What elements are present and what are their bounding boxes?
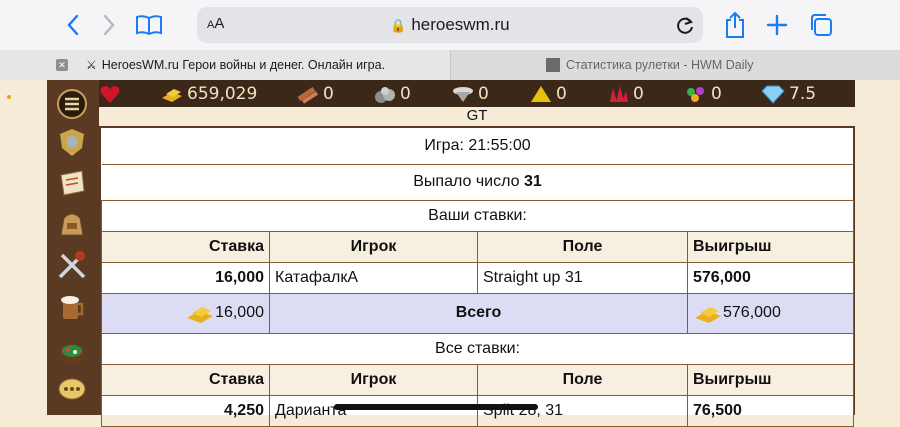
col-field: Поле [477,230,688,263]
your-bets-header: Ставка Игрок Поле Выигрыш [101,230,854,263]
hwm-daily-favicon-icon [546,58,560,72]
lock-icon: 🔒 [390,18,407,33]
close-tab-icon[interactable]: ✕ [56,59,68,71]
tabs-overview-icon[interactable] [806,10,836,40]
tab-bar: ✕ ⚔ HeroesWM.ru Герои войны и денег. Онл… [0,50,900,80]
gold-icon [695,307,721,323]
mercury-resource: 0 [451,82,489,105]
sulfur-resource: 0 [529,82,567,105]
gold-resource: 659,029 [160,82,257,105]
your-bets-title: Ваши ставки: [101,199,854,232]
gems-resource: 0 [684,82,722,105]
player-link[interactable]: Дарианта [269,394,478,427]
menu-icon[interactable] [55,87,89,121]
win-cell: 76,500 [687,394,854,427]
ore-resource: 0 [373,82,411,105]
crystal-icon [610,85,628,102]
redaction-bar [334,404,538,410]
win-cell: 576,000 [687,261,854,294]
reload-icon[interactable] [675,14,695,40]
dropped-number: 31 [523,173,542,190]
mercury-icon [453,86,473,102]
tab-label: Статистика рулетки - HWM Daily [566,58,754,72]
game-time: Игра: 21:55:00 [101,128,854,165]
col-player: Игрок [269,230,478,263]
health-heart-icon[interactable] [99,82,121,105]
field-cell: Straight up 31 [477,261,688,294]
url-text: 🔒 heroeswm.ru [390,15,510,34]
game-sidebar [47,80,99,415]
gems-icon [687,86,704,102]
results-table: Игра: 21:55:00 Выпало число 31 Ваши став… [101,128,854,427]
new-tab-icon[interactable] [762,10,792,40]
total-row: 16,000 Всего 576,000 [101,292,854,334]
bet-cell: 4,250 [101,394,270,427]
wood-icon [297,86,319,104]
dropped-number-line: Выпало число 31 [101,164,854,201]
col-win: Выигрыш [687,363,854,396]
tab-label: HeroesWM.ru Герои войны и денег. Онлайн … [101,58,386,72]
browser-toolbar: AA 🔒 heroeswm.ru [0,0,900,50]
table-row: 16,000 КатафалкA Straight up 31 576,000 [101,261,854,294]
col-bet: Ставка [101,363,270,396]
crystal-resource: 0 [606,82,644,105]
sulfur-icon [531,85,551,102]
map-scroll-icon[interactable] [55,166,89,200]
battles-swords-icon[interactable] [55,248,89,282]
character-icon[interactable] [55,125,89,159]
col-player: Игрок [269,363,478,396]
field-cell: Split 28, 31 [477,394,688,427]
address-bar[interactable]: AA 🔒 heroeswm.ru [197,7,703,43]
dropped-label: Выпало число [413,173,520,190]
roulette-results: Игра: 21:55:00 Выпало число 31 Ваши став… [99,126,855,427]
total-win-cell: 576,000 [687,292,854,334]
diamond-resource: 7.5 [760,82,816,105]
resources-bar: 659,029 0 0 0 0 0 0 7.5 [99,80,855,107]
total-label: Всего [269,292,688,334]
col-bet: Ставка [101,230,270,263]
back-icon[interactable] [58,10,88,40]
ore-icon [375,86,395,103]
total-bet-cell: 16,000 [101,292,270,334]
col-win: Выигрыш [687,230,854,263]
diamond-icon [761,85,785,104]
all-bets-title: Все ставки: [101,332,854,365]
col-field: Поле [477,363,688,396]
inventory-bag-icon[interactable] [55,207,89,241]
all-bets-header: Ставка Игрок Поле Выигрыш [101,363,854,396]
gold-icon [162,88,182,102]
page-title: GT [466,107,488,124]
tab-hwm-daily[interactable]: Статистика рулетки - HWM Daily [450,50,900,80]
bet-cell: 16,000 [101,261,270,294]
gold-icon [187,307,214,323]
bookmarks-icon[interactable] [134,10,164,40]
heroeswm-favicon-icon: ⚔ [86,58,97,72]
roulette-icon[interactable] [55,332,89,366]
table-row: 4,250 Дарианта Split 28, 31 76,500 [101,394,854,427]
tab-heroeswm[interactable]: ✕ ⚔ HeroesWM.ru Герои войны и денег. Онл… [0,50,450,80]
chat-icon[interactable] [55,373,89,407]
forward-icon[interactable] [94,10,124,40]
player-link[interactable]: КатафалкA [269,261,478,294]
share-icon[interactable] [720,10,750,40]
tavern-mug-icon[interactable] [55,290,89,324]
wood-resource: 0 [296,82,334,105]
page-bullet [7,95,11,99]
